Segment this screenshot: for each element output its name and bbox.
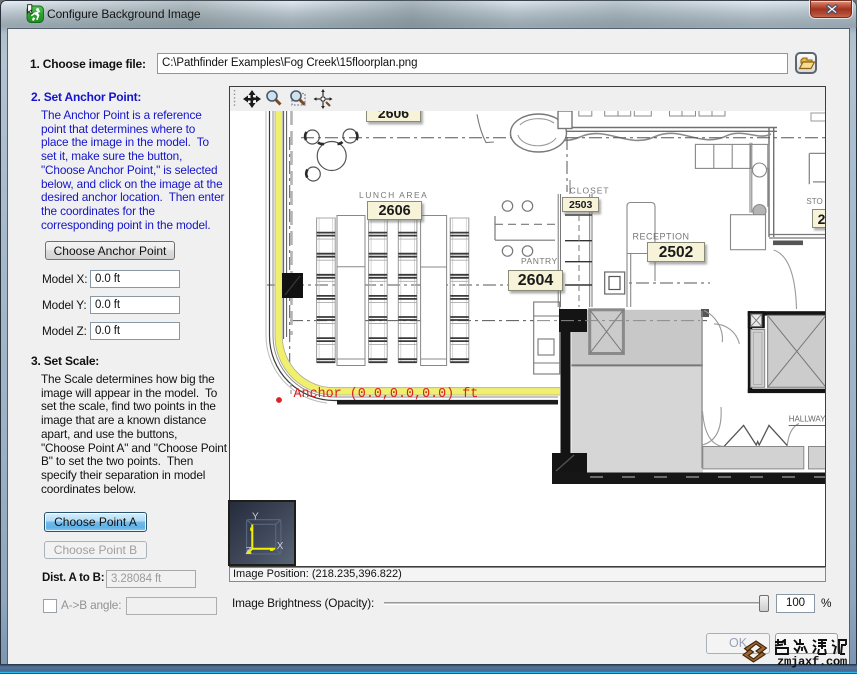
svg-text:RECEPTION: RECEPTION [633,232,690,242]
svg-text:LUNCH AREA: LUNCH AREA [359,190,428,200]
svg-text:PANTRY: PANTRY [521,256,558,266]
svg-text:Anchor (0.0,0.0,0.0) ft: Anchor (0.0,0.0,0.0) ft [294,387,479,402]
svg-text:CLOSET: CLOSET [570,186,610,196]
svg-text:zmjaxf.com: zmjaxf.com [777,655,847,669]
svg-text:STO: STO [806,197,822,206]
svg-text:Y: Y [252,512,259,523]
svg-text:X: X [277,541,284,552]
svg-text:Z: Z [246,546,252,557]
svg-text:HALLWAY: HALLWAY [789,415,825,424]
